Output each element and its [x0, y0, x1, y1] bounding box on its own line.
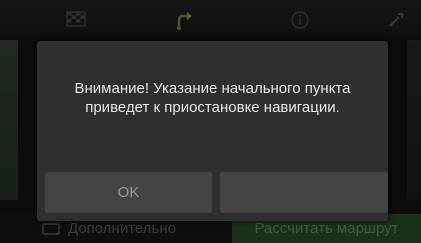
dialog-message: Внимание! Указание начального пункта при… [74, 80, 351, 116]
ok-button[interactable]: OK [45, 172, 212, 213]
warning-dialog: Внимание! Указание начального пункта при… [37, 41, 388, 221]
secondary-button[interactable] [220, 172, 388, 213]
navigation-screen: Дополнительно Рассчитать маршрут Внимани… [0, 0, 421, 243]
ok-button-label: OK [117, 184, 140, 201]
